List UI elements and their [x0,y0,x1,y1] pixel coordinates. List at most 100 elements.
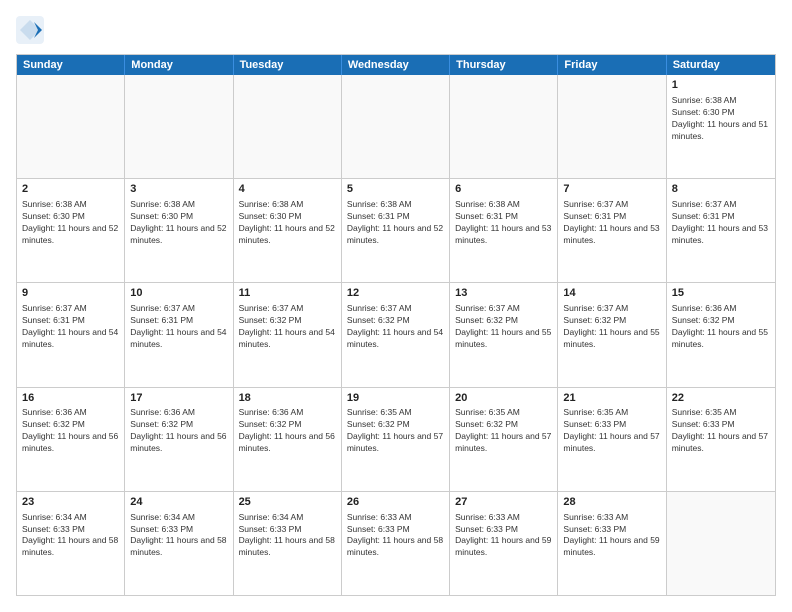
calendar-cell-empty-0-5 [558,75,666,178]
weekday-header-tuesday: Tuesday [234,55,342,75]
calendar-cell-21: 21Sunrise: 6:35 AM Sunset: 6:33 PM Dayli… [558,388,666,491]
day-number: 12 [347,286,444,301]
cell-info: Sunrise: 6:38 AM Sunset: 6:31 PM Dayligh… [347,199,444,247]
cell-info: Sunrise: 6:36 AM Sunset: 6:32 PM Dayligh… [22,407,119,455]
day-number: 15 [672,286,770,301]
cell-info: Sunrise: 6:37 AM Sunset: 6:31 PM Dayligh… [22,303,119,351]
cell-info: Sunrise: 6:37 AM Sunset: 6:32 PM Dayligh… [347,303,444,351]
cell-info: Sunrise: 6:38 AM Sunset: 6:30 PM Dayligh… [672,95,770,143]
calendar-cell-8: 8 Sunrise: 6:37 AM Sunset: 6:31 PM Daylig… [667,179,775,282]
calendar-cell-5: 5 Sunrise: 6:38 AM Sunset: 6:31 PM Daylig… [342,179,450,282]
calendar: SundayMondayTuesdayWednesdayThursdayFrid… [16,54,776,596]
calendar-cell-17: 17Sunrise: 6:36 AM Sunset: 6:32 PM Dayli… [125,388,233,491]
cell-info: Sunrise: 6:37 AM Sunset: 6:31 PM Dayligh… [672,199,770,247]
day-number: 1 [672,78,770,93]
cell-info: Sunrise: 6:37 AM Sunset: 6:31 PM Dayligh… [563,199,660,247]
day-number: 22 [672,391,770,406]
calendar-cell-empty-0-1 [125,75,233,178]
calendar-cell-empty-0-2 [234,75,342,178]
cell-info: Sunrise: 6:33 AM Sunset: 6:33 PM Dayligh… [455,512,552,560]
cell-info: Sunrise: 6:36 AM Sunset: 6:32 PM Dayligh… [672,303,770,351]
cell-info: Sunrise: 6:34 AM Sunset: 6:33 PM Dayligh… [239,512,336,560]
day-number: 27 [455,495,552,510]
day-number: 23 [22,495,119,510]
calendar-cell-26: 26 Sunrise: 6:33 AM Sunset: 6:33 PM Dayli… [342,492,450,595]
calendar-cell-empty-0-0 [17,75,125,178]
cell-info: Sunrise: 6:34 AM Sunset: 6:33 PM Dayligh… [22,512,119,560]
calendar-cell-empty-0-3 [342,75,450,178]
calendar-cell-27: 27 Sunrise: 6:33 AM Sunset: 6:33 PM Dayli… [450,492,558,595]
day-number: 26 [347,495,444,510]
day-number: 13 [455,286,552,301]
day-number: 6 [455,182,552,197]
calendar-row-3: 16Sunrise: 6:36 AM Sunset: 6:32 PM Dayli… [17,387,775,491]
day-number: 25 [239,495,336,510]
calendar-cell-28: 28Sunrise: 6:33 AM Sunset: 6:33 PM Dayli… [558,492,666,595]
cell-info: Sunrise: 6:35 AM Sunset: 6:32 PM Dayligh… [455,407,552,455]
calendar-cell-empty-0-4 [450,75,558,178]
weekday-header-wednesday: Wednesday [342,55,450,75]
calendar-row-4: 23 Sunrise: 6:34 AM Sunset: 6:33 PM Dayli… [17,491,775,595]
calendar-cell-10: 10 Sunrise: 6:37 AM Sunset: 6:31 PM Dayli… [125,283,233,386]
calendar-cell-14: 14Sunrise: 6:37 AM Sunset: 6:32 PM Dayli… [558,283,666,386]
calendar-cell-25: 25 Sunrise: 6:34 AM Sunset: 6:33 PM Dayli… [234,492,342,595]
day-number: 24 [130,495,227,510]
calendar-cell-4: 4 Sunrise: 6:38 AM Sunset: 6:30 PM Daylig… [234,179,342,282]
day-number: 4 [239,182,336,197]
cell-info: Sunrise: 6:34 AM Sunset: 6:33 PM Dayligh… [130,512,227,560]
day-number: 21 [563,391,660,406]
calendar-body: 1 Sunrise: 6:38 AM Sunset: 6:30 PM Daylig… [17,75,775,595]
day-number: 8 [672,182,770,197]
calendar-cell-16: 16Sunrise: 6:36 AM Sunset: 6:32 PM Dayli… [17,388,125,491]
cell-info: Sunrise: 6:37 AM Sunset: 6:32 PM Dayligh… [455,303,552,351]
cell-info: Sunrise: 6:38 AM Sunset: 6:31 PM Dayligh… [455,199,552,247]
calendar-header: SundayMondayTuesdayWednesdayThursdayFrid… [17,55,775,75]
cell-info: Sunrise: 6:37 AM Sunset: 6:31 PM Dayligh… [130,303,227,351]
day-number: 7 [563,182,660,197]
calendar-row-0: 1 Sunrise: 6:38 AM Sunset: 6:30 PM Daylig… [17,75,775,178]
day-number: 20 [455,391,552,406]
day-number: 18 [239,391,336,406]
weekday-header-saturday: Saturday [667,55,775,75]
day-number: 16 [22,391,119,406]
calendar-cell-19: 19Sunrise: 6:35 AM Sunset: 6:32 PM Dayli… [342,388,450,491]
calendar-row-2: 9Sunrise: 6:37 AM Sunset: 6:31 PM Daylig… [17,282,775,386]
day-number: 17 [130,391,227,406]
calendar-cell-9: 9Sunrise: 6:37 AM Sunset: 6:31 PM Daylig… [17,283,125,386]
cell-info: Sunrise: 6:38 AM Sunset: 6:30 PM Dayligh… [22,199,119,247]
calendar-cell-23: 23 Sunrise: 6:34 AM Sunset: 6:33 PM Dayli… [17,492,125,595]
calendar-cell-20: 20Sunrise: 6:35 AM Sunset: 6:32 PM Dayli… [450,388,558,491]
cell-info: Sunrise: 6:35 AM Sunset: 6:33 PM Dayligh… [563,407,660,455]
logo [16,16,48,44]
page: SundayMondayTuesdayWednesdayThursdayFrid… [0,0,792,612]
calendar-cell-12: 12 Sunrise: 6:37 AM Sunset: 6:32 PM Dayli… [342,283,450,386]
cell-info: Sunrise: 6:33 AM Sunset: 6:33 PM Dayligh… [563,512,660,560]
cell-info: Sunrise: 6:38 AM Sunset: 6:30 PM Dayligh… [130,199,227,247]
weekday-header-thursday: Thursday [450,55,558,75]
calendar-cell-empty-4-6 [667,492,775,595]
weekday-header-monday: Monday [125,55,233,75]
day-number: 10 [130,286,227,301]
calendar-cell-6: 6 Sunrise: 6:38 AM Sunset: 6:31 PM Daylig… [450,179,558,282]
day-number: 19 [347,391,444,406]
calendar-row-1: 2Sunrise: 6:38 AM Sunset: 6:30 PM Daylig… [17,178,775,282]
calendar-cell-11: 11Sunrise: 6:37 AM Sunset: 6:32 PM Dayli… [234,283,342,386]
calendar-cell-18: 18Sunrise: 6:36 AM Sunset: 6:32 PM Dayli… [234,388,342,491]
cell-info: Sunrise: 6:36 AM Sunset: 6:32 PM Dayligh… [130,407,227,455]
cell-info: Sunrise: 6:35 AM Sunset: 6:33 PM Dayligh… [672,407,770,455]
cell-info: Sunrise: 6:36 AM Sunset: 6:32 PM Dayligh… [239,407,336,455]
calendar-cell-22: 22Sunrise: 6:35 AM Sunset: 6:33 PM Dayli… [667,388,775,491]
cell-info: Sunrise: 6:38 AM Sunset: 6:30 PM Dayligh… [239,199,336,247]
calendar-cell-15: 15 Sunrise: 6:36 AM Sunset: 6:32 PM Dayli… [667,283,775,386]
calendar-cell-7: 7 Sunrise: 6:37 AM Sunset: 6:31 PM Daylig… [558,179,666,282]
calendar-cell-1: 1 Sunrise: 6:38 AM Sunset: 6:30 PM Daylig… [667,75,775,178]
header [16,16,776,44]
weekday-header-friday: Friday [558,55,666,75]
calendar-cell-13: 13 Sunrise: 6:37 AM Sunset: 6:32 PM Dayli… [450,283,558,386]
weekday-header-sunday: Sunday [17,55,125,75]
calendar-cell-24: 24 Sunrise: 6:34 AM Sunset: 6:33 PM Dayli… [125,492,233,595]
day-number: 5 [347,182,444,197]
cell-info: Sunrise: 6:33 AM Sunset: 6:33 PM Dayligh… [347,512,444,560]
calendar-cell-3: 3Sunrise: 6:38 AM Sunset: 6:30 PM Daylig… [125,179,233,282]
cell-info: Sunrise: 6:35 AM Sunset: 6:32 PM Dayligh… [347,407,444,455]
